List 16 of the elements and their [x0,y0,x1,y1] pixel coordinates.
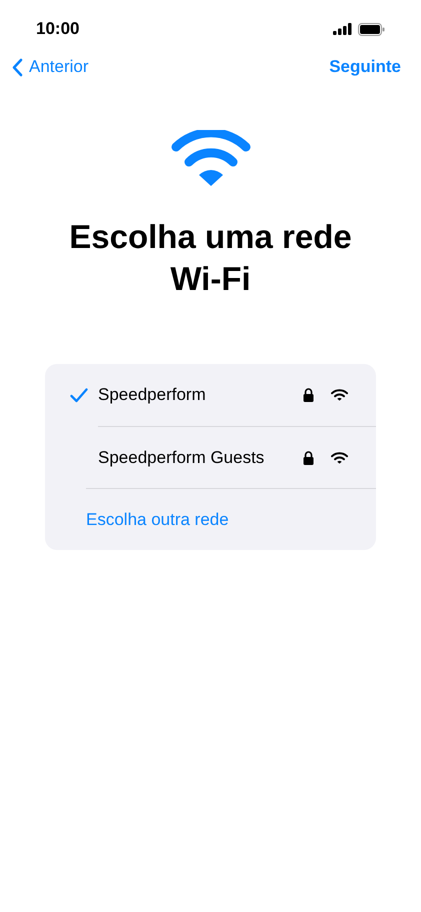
battery-icon [358,22,385,36]
status-time: 10:00 [36,18,80,40]
network-row[interactable]: Speedperform [45,364,376,426]
network-row[interactable]: Speedperform Guests [45,426,376,488]
wifi-icon [170,130,250,188]
page-title: Escolha uma rede Wi-Fi [68,217,353,299]
signal-icon [333,23,352,35]
chevron-left-icon [12,58,23,76]
network-name: Speedperform [98,384,207,406]
checkmark-icon [70,388,88,402]
network-name: Speedperform Guests [98,446,266,469]
next-button[interactable]: Seguinte [329,54,401,80]
other-network-link[interactable]: Escolha outra rede [86,506,229,532]
wifi-signal-icon [331,389,348,401]
back-button[interactable]: Anterior [12,54,89,80]
wifi-signal-icon [331,452,348,464]
